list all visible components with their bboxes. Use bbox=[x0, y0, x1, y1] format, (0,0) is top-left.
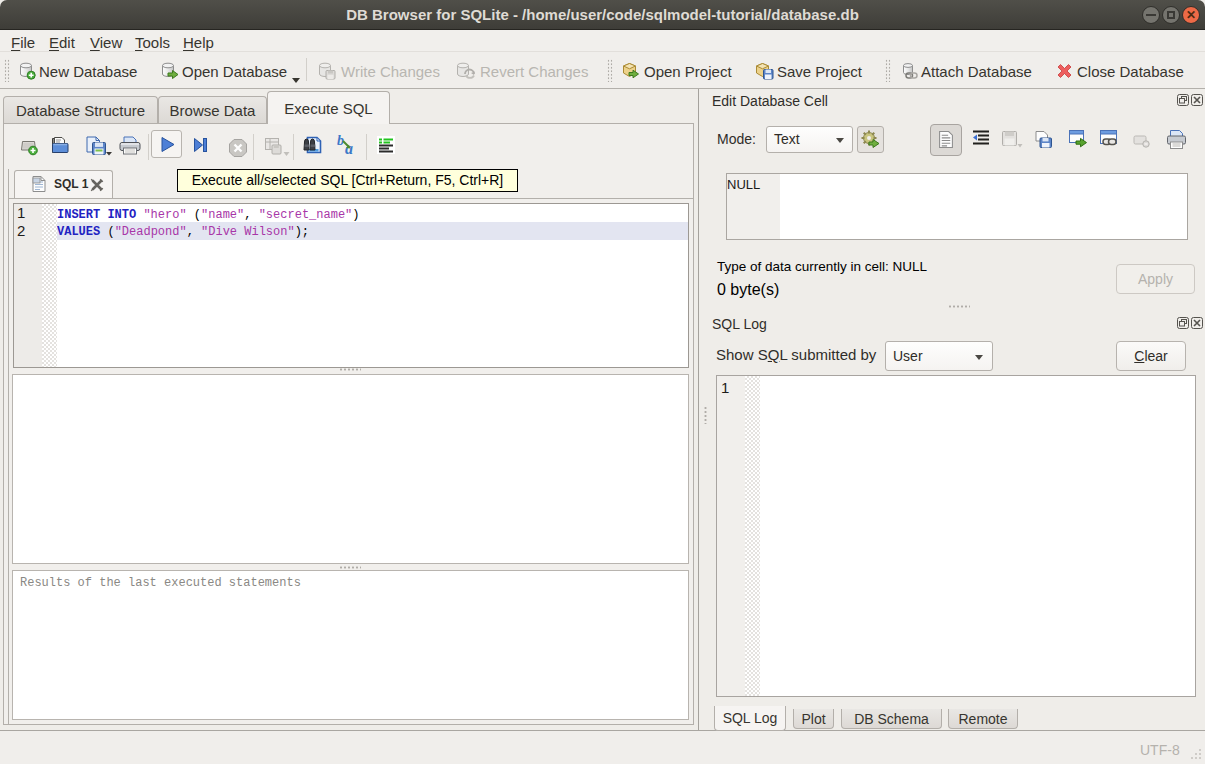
svg-text:b: b bbox=[337, 134, 344, 148]
